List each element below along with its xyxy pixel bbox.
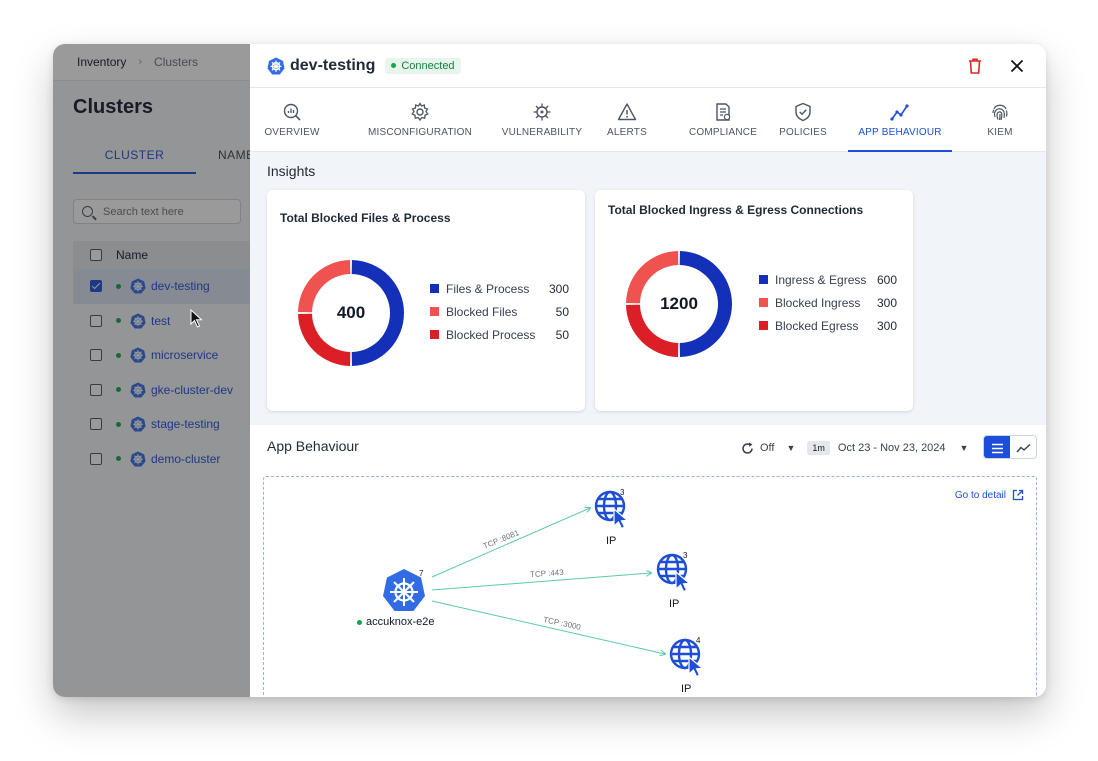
- kubernetes-icon: [267, 57, 285, 74]
- tab-kiem[interactable]: KIEM: [968, 88, 1032, 152]
- tab-label: POLICIES: [779, 127, 827, 138]
- chart-legend: Ingress & Egress 600 Blocked Ingress 300 Blo…: [759, 268, 897, 337]
- ip-node-label: IP: [606, 535, 617, 547]
- legend-swatch: [759, 298, 768, 307]
- graph-controls: Off ▼ 1m Oct 23 - Nov 23, 2024 ▼: [740, 436, 968, 460]
- status-badge: Connected: [385, 57, 461, 74]
- tab-policies[interactable]: POLICIES: [768, 88, 838, 152]
- legend-label: Blocked Ingress: [775, 295, 861, 310]
- donut-total: 400: [336, 303, 366, 322]
- legend-item: Blocked Ingress 300: [759, 291, 897, 314]
- tab-label: MISCONFIGURATION: [367, 127, 473, 138]
- close-icon[interactable]: [1008, 57, 1026, 75]
- legend-value: 300: [876, 318, 897, 333]
- tab-compliance[interactable]: COMPLIANCE: [668, 88, 778, 152]
- legend-item: Blocked Process 50: [430, 323, 569, 346]
- tab-misconfiguration[interactable]: MISCONFIGURATION: [346, 88, 494, 152]
- card-title: Total Blocked Ingress & Egress Connectio…: [608, 203, 864, 217]
- node-count: 3: [683, 551, 688, 560]
- shield-icon: [795, 102, 811, 122]
- chart-legend: Files & Process 300 Blocked Files 50 Blocked…: [430, 277, 569, 346]
- graph-view-button[interactable]: [1010, 436, 1036, 458]
- edge-line: [431, 600, 665, 654]
- overview-icon: [283, 103, 301, 121]
- ip-node-label: IP: [669, 598, 680, 610]
- fingerprint-icon: [992, 104, 1008, 121]
- donut-total: 1200: [660, 294, 698, 313]
- compliance-icon: [716, 103, 731, 121]
- legend-item: Blocked Files 50: [430, 300, 569, 323]
- legend-swatch: [759, 321, 768, 330]
- tab-label: KIEM: [987, 127, 1013, 138]
- source-node-name: accuknox-e2e: [366, 616, 435, 628]
- insight-card: Total Blocked Files & Process 400 Files & …: [267, 190, 585, 411]
- virus-icon: [533, 103, 551, 121]
- legend-item: Files & Process 300: [430, 277, 569, 300]
- globe-cursor-icon: [669, 638, 705, 677]
- card-title: Total Blocked Files & Process: [280, 211, 451, 225]
- legend-item: Blocked Egress 300: [759, 314, 897, 337]
- globe-cursor-icon: [594, 490, 630, 529]
- drawer-content: Insights Total Blocked Files & Process 40…: [250, 152, 1046, 697]
- legend-value: 300: [876, 295, 897, 310]
- trash-icon[interactable]: [966, 57, 984, 75]
- legend-label: Blocked Files: [446, 304, 518, 319]
- tab-label: OVERVIEW: [264, 127, 320, 138]
- legend-label: Blocked Process: [446, 327, 536, 342]
- legend-swatch: [430, 307, 439, 316]
- drawer-tabs: OVERVIEW MISCONFIGURATION VULNERABILITY ALE…: [250, 88, 1046, 152]
- legend-swatch: [430, 284, 439, 293]
- insights-title: Insights: [267, 163, 316, 179]
- chevron-down-icon[interactable]: ▼: [960, 443, 969, 453]
- chevron-down-icon[interactable]: ▼: [786, 443, 795, 453]
- node-count: 4: [696, 636, 701, 645]
- app-behaviour-panel: App Behaviour Off ▼ 1m Oct 23 - Nov 23, …: [250, 425, 1046, 697]
- ip-node-label: IP: [681, 683, 692, 695]
- node-count: 3: [620, 488, 625, 497]
- warning-icon: [617, 103, 637, 121]
- drawer-header: dev-testing Connected: [250, 44, 1046, 88]
- legend-value: 600: [876, 272, 897, 287]
- legend-value: 300: [548, 281, 569, 296]
- app-window: Inventory › Clusters Clusters CLUSTER NA…: [53, 44, 1046, 697]
- tab-vulnerability[interactable]: VULNERABILITY: [486, 88, 598, 152]
- edge-line: [431, 508, 590, 578]
- insight-card: Total Blocked Ingress & Egress Connectio…: [595, 190, 913, 411]
- node-count: 7: [419, 569, 424, 578]
- legend-swatch: [759, 275, 768, 284]
- tab-overview[interactable]: OVERVIEW: [252, 88, 332, 152]
- refresh-icon[interactable]: [740, 441, 755, 456]
- trend-icon: [890, 104, 909, 121]
- tab-label: APP BEHAVIOUR: [858, 127, 942, 138]
- status-text: Connected: [401, 59, 455, 72]
- tab-label: ALERTS: [607, 127, 647, 138]
- view-toggle: [983, 435, 1037, 459]
- tab-label: COMPLIANCE: [688, 127, 758, 138]
- tab-label: VULNERABILITY: [501, 127, 583, 138]
- legend-label: Files & Process: [446, 281, 530, 296]
- legend-value: 50: [555, 304, 569, 319]
- legend-label: Ingress & Egress: [775, 272, 867, 287]
- gear-icon: [411, 102, 429, 122]
- refresh-interval-select[interactable]: Off: [760, 442, 774, 454]
- legend-swatch: [430, 330, 439, 339]
- source-node-label: accuknox-e2e: [357, 616, 435, 628]
- date-range-picker[interactable]: Oct 23 - Nov 23, 2024: [838, 442, 946, 454]
- app-behaviour-title: App Behaviour: [267, 438, 359, 454]
- tab-alerts[interactable]: ALERTS: [591, 88, 663, 152]
- drawer-title: dev-testing: [290, 56, 376, 74]
- globe-cursor-icon: [656, 553, 692, 592]
- tab-app-behaviour[interactable]: APP BEHAVIOUR: [848, 88, 952, 152]
- mouse-pointer-icon: [190, 309, 203, 328]
- legend-label: Blocked Egress: [775, 318, 859, 333]
- list-icon: [991, 443, 1003, 453]
- range-chip[interactable]: 1m: [807, 441, 830, 455]
- list-view-button[interactable]: [984, 436, 1010, 458]
- legend-value: 50: [555, 327, 569, 342]
- modal-backdrop: [53, 44, 250, 697]
- legend-item: Ingress & Egress 600: [759, 268, 897, 291]
- network-graph: Go to detail TCP :8081 TCP:443 TCP:300…: [263, 476, 1037, 697]
- cluster-drawer: dev-testing Connected OVERVIEW MISCONFIGU…: [250, 44, 1046, 697]
- trend-icon: [1015, 443, 1030, 452]
